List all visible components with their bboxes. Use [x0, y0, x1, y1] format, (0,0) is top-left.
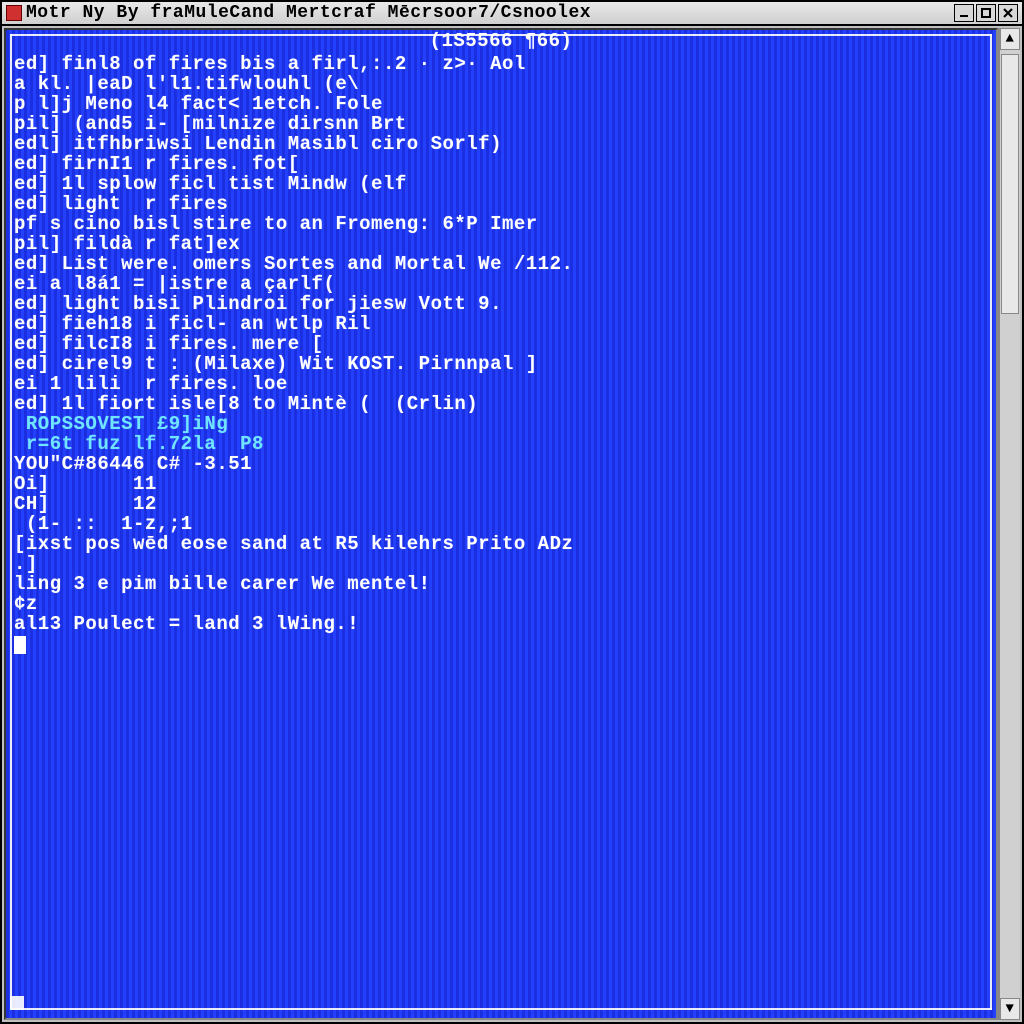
terminal-line: ed] firnI1 r fires. fot[ [14, 154, 988, 174]
terminal-line: ed] light bisi Plindroi for jiesw Vott 9… [14, 294, 988, 314]
close-button[interactable] [998, 4, 1018, 22]
terminal-cursor-line [14, 634, 988, 654]
terminal[interactable]: (1S5566 ¶66) ed] finl8 of fires bis a fi… [6, 30, 996, 1018]
terminal-line: al13 Poulect = land 3 lWing.! [14, 614, 988, 634]
terminal-line: ed] fieh18 i ficl- an wtlp Ril [14, 314, 988, 334]
terminal-line: pf s cino bisl stire to an Fromeng: 6*P … [14, 214, 988, 234]
terminal-header: (1S5566 ¶66) [6, 30, 996, 52]
terminal-line: ed] light r fires [14, 194, 988, 214]
vertical-scrollbar[interactable]: ▲ ▼ [998, 28, 1020, 1020]
terminal-line: ed] 1l fiort isle[8 to Mintè ( (Crlin) [14, 394, 988, 414]
terminal-line: (1- :: 1-z,;1 [14, 514, 988, 534]
terminal-line: ed] 1l splow ficl tist Mindw (elf [14, 174, 988, 194]
scroll-track[interactable] [1000, 50, 1020, 998]
terminal-line: ei 1 lili r fires. loe [14, 374, 988, 394]
terminal-line: [ixst pos wēd eose sand at R5 kilehrs Pr… [14, 534, 988, 554]
terminal-line: ed] cirel9 t : (Milaxe) Wit KOST. Pirnnp… [14, 354, 988, 374]
cursor-icon [14, 636, 26, 654]
terminal-line: pil] (and5 i- [milnize dirsnn Brt [14, 114, 988, 134]
close-icon [1002, 7, 1014, 19]
minimize-icon [958, 7, 970, 19]
maximize-icon [980, 7, 992, 19]
terminal-line: pil] fildà r fat]ex [14, 234, 988, 254]
terminal-line: ling 3 e pim bille carer We mentel! [14, 574, 988, 594]
minimize-button[interactable] [954, 4, 974, 22]
terminal-line: Oi] 11 [14, 474, 988, 494]
terminal-line: ¢z [14, 594, 988, 614]
app-window: Motr Ny By fraMuleCand Mertcraf Mēcrsoor… [0, 0, 1024, 1024]
app-icon [6, 5, 22, 21]
scroll-thumb[interactable] [1001, 54, 1019, 314]
terminal-lines: ed] finl8 of fires bis a firl,:.2 · z>· … [14, 54, 988, 654]
terminal-line: a kl. |eaD l'l1.tifwlouhl (e\ [14, 74, 988, 94]
scroll-up-button[interactable]: ▲ [1000, 28, 1020, 50]
terminal-line: edl] itfhbriwsi Lendin Masibl ciro Sorlf… [14, 134, 988, 154]
terminal-line: YOU"C#86446 C# -3.51 [14, 454, 988, 474]
window-title: Motr Ny By fraMuleCand Mertcraf Mēcrsoor… [26, 3, 954, 23]
terminal-line: ed] finl8 of fires bis a firl,:.2 · z>· … [14, 54, 988, 74]
terminal-line: CH] 12 [14, 494, 988, 514]
corner-notch-icon [10, 996, 24, 1010]
scroll-down-button[interactable]: ▼ [1000, 998, 1020, 1020]
terminal-line: .] [14, 554, 988, 574]
maximize-button[interactable] [976, 4, 996, 22]
terminal-frame: (1S5566 ¶66) ed] finl8 of fires bis a fi… [4, 28, 998, 1020]
titlebar: Motr Ny By fraMuleCand Mertcraf Mēcrsoor… [2, 2, 1022, 26]
terminal-line: ed] List were. omers Sortes and Mortal W… [14, 254, 988, 274]
window-buttons [954, 4, 1018, 22]
terminal-line: ed] filcI8 i fires. mere [ [14, 334, 988, 354]
terminal-line: ei a l8á1 = |istre a çarlf( [14, 274, 988, 294]
terminal-line: r=6t fuz lf.72la P8 [14, 434, 988, 454]
terminal-line: ROPSSOVEST £9]iNg [14, 414, 988, 434]
client-area: (1S5566 ¶66) ed] finl8 of fires bis a fi… [4, 28, 1020, 1020]
terminal-line: p l]j Meno l4 fact< 1etch. Fole [14, 94, 988, 114]
